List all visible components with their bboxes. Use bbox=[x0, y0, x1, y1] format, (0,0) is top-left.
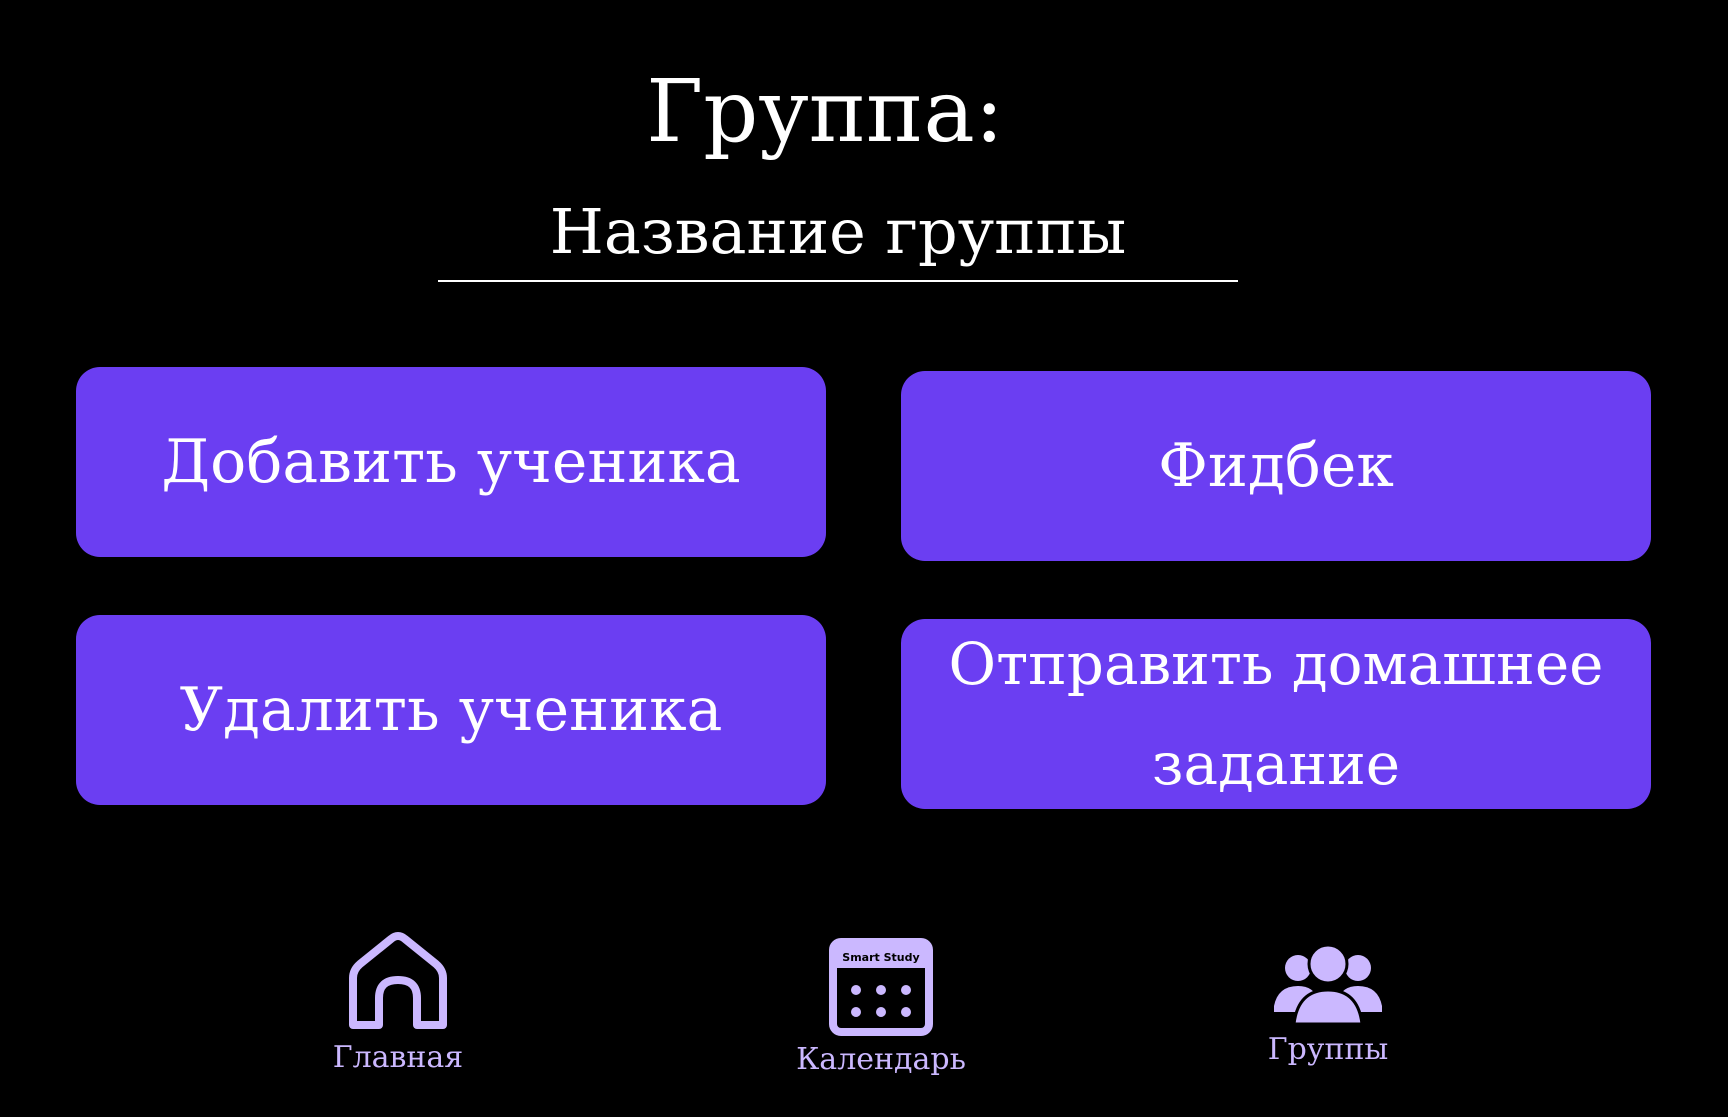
nav-groups-label: Группы bbox=[1267, 1032, 1389, 1067]
home-icon bbox=[349, 932, 447, 1029]
nav-calendar-label: Календарь bbox=[796, 1042, 966, 1077]
send-homework-button[interactable]: Отправить домашнее задание bbox=[901, 619, 1651, 809]
nav-item-calendar[interactable]: Smart Study Календарь bbox=[776, 938, 986, 1078]
group-name-field[interactable]: Название группы bbox=[438, 192, 1238, 282]
remove-student-label: Удалить ученика bbox=[179, 675, 723, 745]
group-icon bbox=[1274, 943, 1382, 1026]
send-homework-label: Отправить домашнее задание bbox=[948, 630, 1604, 798]
add-student-button[interactable]: Добавить ученика bbox=[76, 367, 826, 557]
add-student-label: Добавить ученика bbox=[161, 427, 741, 497]
calendar-badge-text: Smart Study bbox=[842, 951, 919, 964]
feedback-label: Фидбек bbox=[1158, 431, 1394, 501]
remove-student-button[interactable]: Удалить ученика bbox=[76, 615, 826, 805]
nav-item-home[interactable]: Главная bbox=[318, 930, 478, 1076]
calendar-icon: Smart Study bbox=[829, 938, 933, 1036]
nav-home-label: Главная bbox=[332, 1040, 464, 1075]
page-title: Группа: bbox=[646, 62, 1004, 162]
nav-item-groups[interactable]: Группы bbox=[1248, 940, 1408, 1068]
feedback-button[interactable]: Фидбек bbox=[901, 371, 1651, 561]
